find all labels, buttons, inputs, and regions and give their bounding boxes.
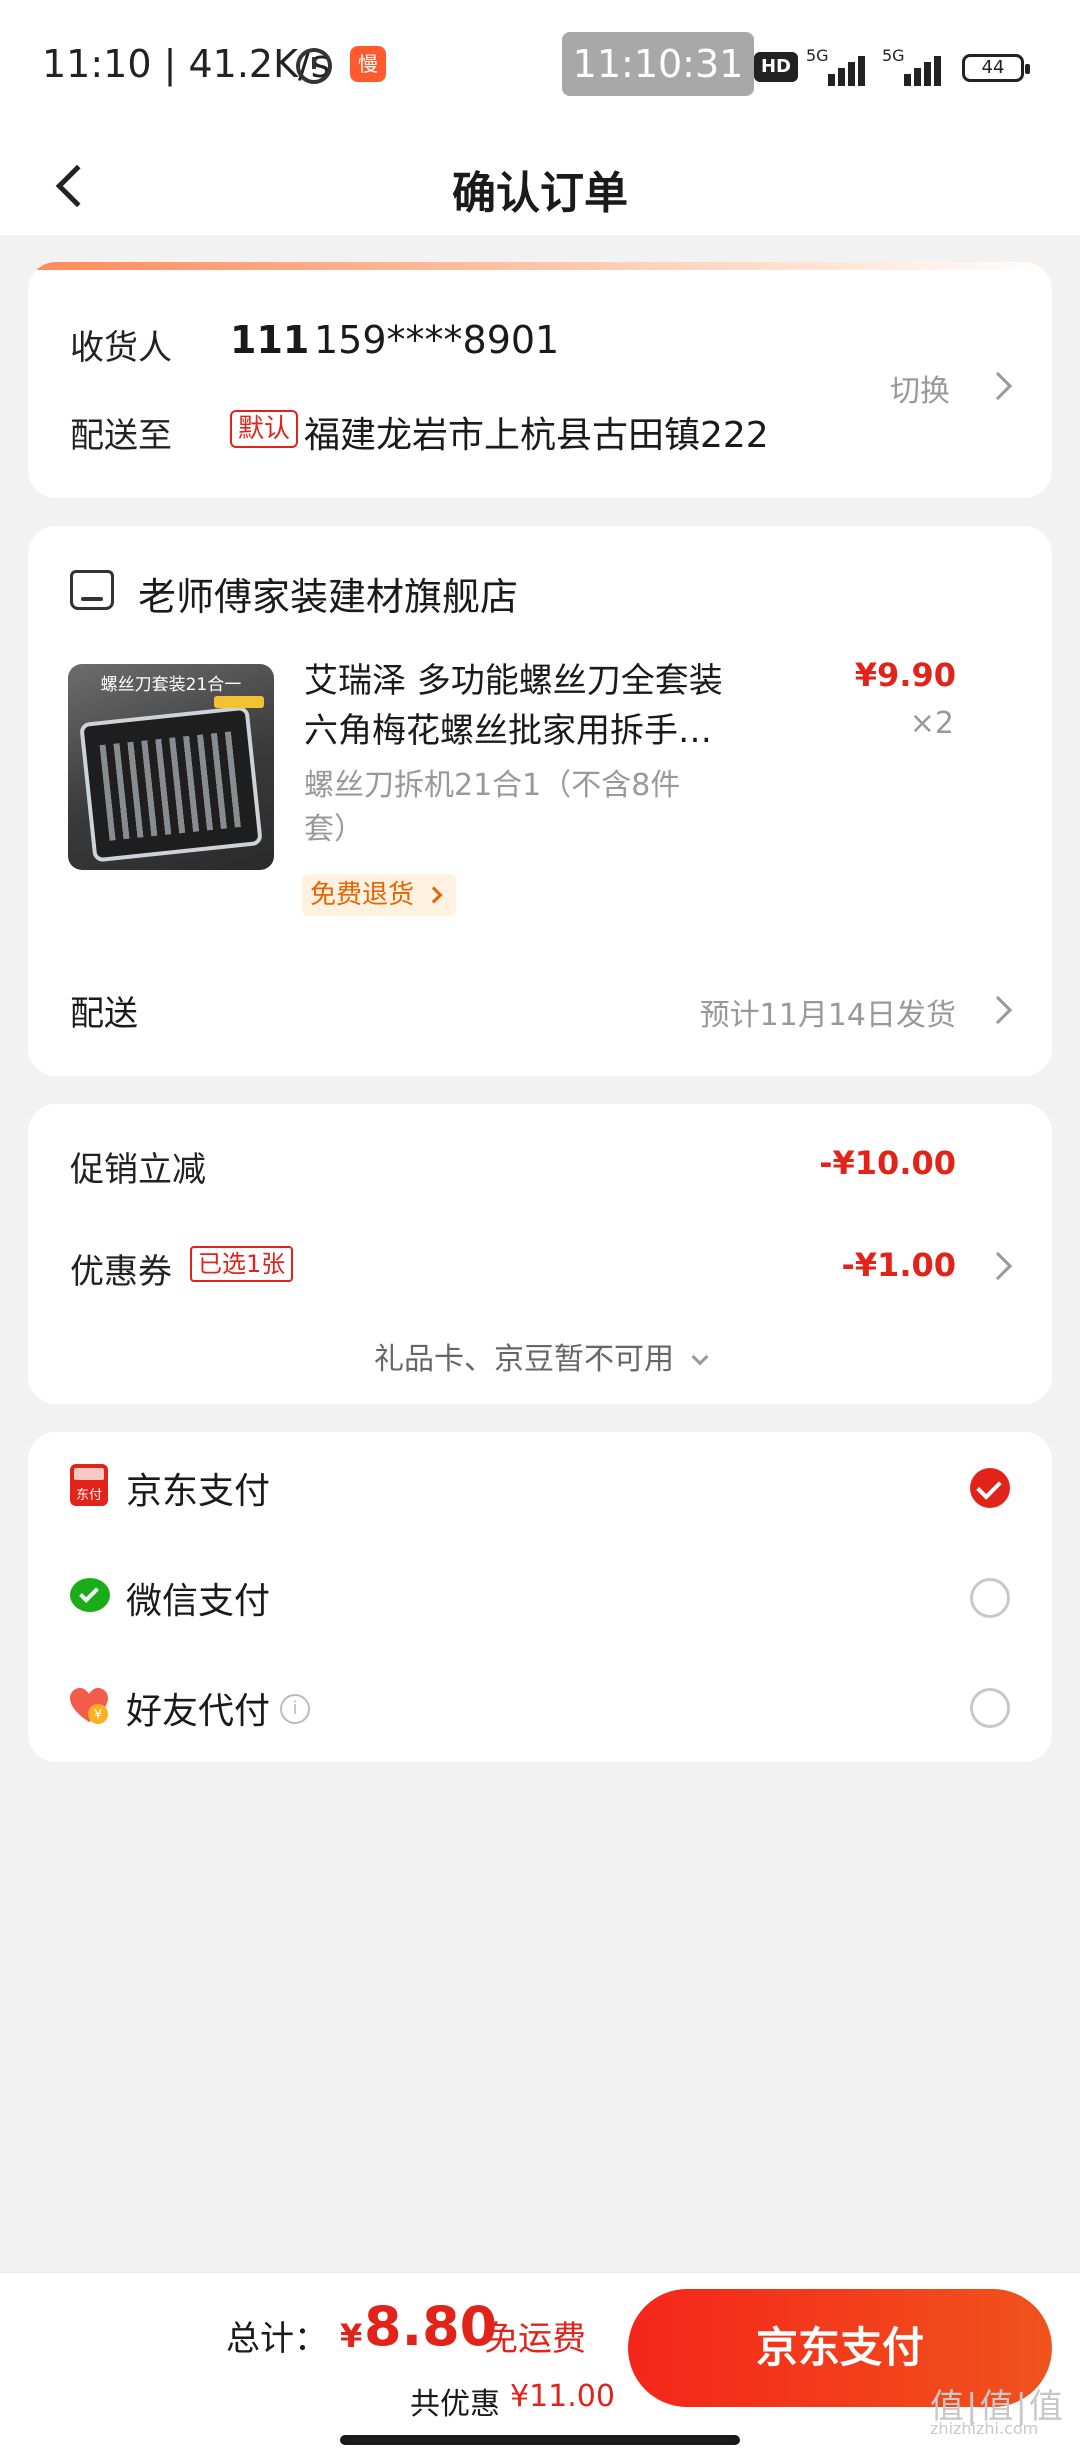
app-notification-icon: 慢	[350, 46, 386, 82]
gift-card-note: 礼品卡、京豆暂不可用	[374, 1342, 674, 1377]
store-name[interactable]: 老师傅家装建材旗舰店	[138, 566, 518, 621]
chevron-right-icon	[983, 995, 1013, 1025]
checkout-bar: 总计： ¥ 8.80 免运费 共优惠 ¥11.00 京东支付 值|值|值 zhi…	[0, 2272, 1080, 2460]
hd-icon: HD	[754, 52, 798, 82]
savings-amount: ¥11.00	[510, 2379, 615, 2414]
gift-card-toggle[interactable]: 礼品卡、京豆暂不可用	[28, 1334, 1052, 1378]
thumbnail-caption: 螺丝刀套装21合一	[100, 675, 242, 695]
total-amount: 8.80	[364, 2295, 498, 2358]
savings-label: 共优惠	[410, 2387, 500, 2422]
shipping-label: 配送	[70, 994, 138, 1034]
svg-text:¥: ¥	[94, 1708, 102, 1723]
ship-to-label: 配送至	[70, 416, 172, 456]
payment-option-jd[interactable]: 东付 京东支付	[28, 1432, 1052, 1542]
home-indicator[interactable]	[340, 2435, 740, 2445]
friend-pay-icon: ¥	[68, 1686, 110, 1726]
payment-label: 好友代付	[126, 1691, 271, 1732]
network-label: 5G	[806, 46, 829, 65]
address-accent-bar	[28, 262, 1052, 270]
store-icon	[70, 570, 114, 610]
shipping-estimate[interactable]: 预计11月14日发货	[700, 990, 956, 1034]
product-spec-line: 螺丝刀拆机21合1（不含8件	[304, 768, 681, 803]
product-spec: 螺丝刀拆机21合1（不含8件 套）	[304, 764, 724, 852]
product-spec-line: 套）	[304, 812, 364, 847]
coupon-label: 优惠券	[70, 1252, 172, 1292]
jd-pay-icon: 东付	[70, 1464, 108, 1506]
total-currency: ¥	[340, 2317, 363, 2355]
store-order-card: 老师傅家装建材旗舰店 螺丝刀套装21合一 艾瑞泽 多功能螺丝刀全套装 六角梅花螺…	[28, 526, 1052, 1076]
radio-unchecked-icon[interactable]	[970, 1578, 1010, 1618]
jd-pay-icon-text: 东付	[75, 1488, 102, 1503]
coupon-selected-badge: 已选1张	[190, 1246, 294, 1282]
signal-icon: 5G	[806, 46, 872, 86]
product-title-line: 六角梅花螺丝批家用拆手…	[304, 711, 712, 751]
coupon-discount[interactable]: -¥1.00	[842, 1246, 957, 1284]
payment-methods-card: 东付 京东支付 微信支付 ¥ 好友代付 i	[28, 1432, 1052, 1762]
free-shipping-label: 免运费	[484, 2319, 586, 2359]
payment-option-friend[interactable]: ¥ 好友代付 i	[28, 1652, 1052, 1762]
payment-option-wechat[interactable]: 微信支付	[28, 1542, 1052, 1652]
product-price: ¥9.90	[854, 656, 956, 694]
shipping-address: 福建龙岩市上杭县古田镇222	[304, 415, 769, 456]
chevron-down-icon	[691, 1348, 709, 1366]
recipient-phone: 159****8901	[314, 318, 560, 362]
free-return-label: 免费退货	[310, 880, 415, 910]
radio-unchecked-icon[interactable]	[970, 1688, 1010, 1728]
page-header: 确认订单	[0, 135, 1080, 235]
alarm-icon	[296, 48, 332, 84]
page-title: 确认订单	[452, 168, 628, 219]
status-time: 11:10 | 41.2K/s	[42, 42, 331, 86]
status-bar: 11:10 | 41.2K/s 慢 11:10:31 HD 5G 5G 44	[0, 0, 1080, 135]
wechat-icon	[70, 1578, 110, 1612]
chevron-right-icon	[983, 1251, 1013, 1281]
info-icon[interactable]: i	[280, 1694, 310, 1724]
free-return-badge[interactable]: 免费退货	[302, 874, 457, 916]
product-quantity: ×2	[909, 706, 954, 741]
checkmark-icon[interactable]	[970, 1468, 1010, 1508]
payment-label: 京东支付	[126, 1471, 271, 1512]
product-thumbnail[interactable]: 螺丝刀套装21合一	[68, 664, 274, 870]
signal-icon: 5G	[882, 46, 948, 86]
network-label: 5G	[882, 46, 905, 65]
promo-label: 促销立减	[70, 1150, 206, 1190]
switch-address-button[interactable]: 切换	[890, 366, 950, 410]
address-card[interactable]: 收货人 111 159****8901 配送至 默认 福建龙岩市上杭县古田镇22…	[28, 262, 1052, 498]
default-badge: 默认	[230, 410, 299, 448]
payment-label: 微信支付	[126, 1581, 271, 1622]
watermark-url: zhizhizhi.com	[930, 2419, 1039, 2438]
total-label: 总计：	[226, 2319, 328, 2359]
recipient-label: 收货人	[70, 328, 172, 368]
recipient-name: 111	[230, 318, 310, 362]
chevron-right-icon	[425, 886, 443, 904]
status-clock: 11:10:31	[562, 32, 754, 96]
chevron-right-icon	[983, 371, 1013, 401]
product-title-line: 艾瑞泽 多功能螺丝刀全套装	[304, 661, 723, 701]
battery-icon: 44	[962, 54, 1030, 82]
promotions-card: 促销立减 -¥10.00 优惠券 已选1张 -¥1.00 礼品卡、京豆暂不可用	[28, 1104, 1052, 1404]
product-title[interactable]: 艾瑞泽 多功能螺丝刀全套装 六角梅花螺丝批家用拆手…	[304, 656, 824, 756]
promo-discount: -¥10.00	[819, 1144, 956, 1182]
